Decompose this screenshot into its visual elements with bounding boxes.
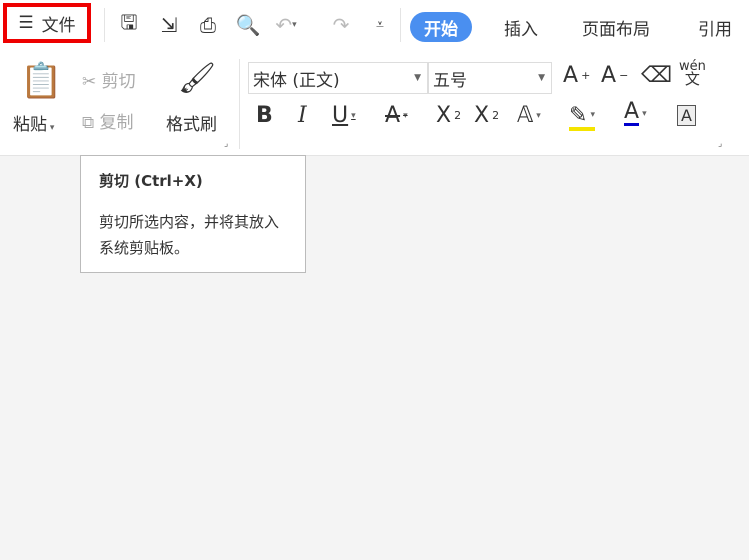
tab-insert[interactable]: 插入 bbox=[490, 12, 552, 42]
italic-icon[interactable]: I bbox=[298, 103, 307, 128]
divider bbox=[400, 8, 401, 42]
tooltip: 剪切 (Ctrl+X) 剪切所选内容，并将其放入系统剪贴板。 bbox=[80, 155, 306, 273]
save-icon[interactable]: 🖫 bbox=[116, 10, 142, 38]
divider bbox=[104, 8, 105, 42]
title-bar: ☰ 文件 🖫 ⇲ ⎙ 🔍 ↶ ▾ ↷ ⩡ 开始 插入 页面布局 引用 bbox=[0, 0, 749, 55]
copy-button[interactable]: ⧉ 复制 bbox=[82, 108, 134, 133]
file-menu-button[interactable]: ☰ 文件 bbox=[3, 3, 91, 43]
tab-home[interactable]: 开始 bbox=[410, 12, 472, 42]
underline-icon[interactable]: U ▾ bbox=[332, 103, 356, 128]
customize-icon[interactable]: ⩡ bbox=[367, 12, 393, 38]
pinyin-guide-button[interactable]: wén 文 bbox=[679, 60, 706, 87]
text-effect-icon[interactable]: 𝔸 ▾ bbox=[517, 103, 541, 128]
paste-icon[interactable]: 📋 bbox=[20, 61, 62, 101]
divider bbox=[239, 59, 240, 149]
undo-icon[interactable]: ↶ ▾ bbox=[273, 12, 299, 38]
format-painter-icon[interactable]: 🖌 bbox=[178, 61, 216, 96]
print-icon[interactable]: ⎙ bbox=[195, 12, 221, 38]
tooltip-description: 剪切所选内容，并将其放入系统剪贴板。 bbox=[99, 213, 280, 257]
tooltip-title: 剪切 (Ctrl+X) bbox=[99, 172, 203, 190]
dialog-launcher-icon[interactable]: ⌟ bbox=[718, 139, 722, 149]
hamburger-icon: ☰ bbox=[18, 13, 34, 33]
highlight-icon[interactable]: ✎ ▾ bbox=[569, 103, 595, 131]
tab-page-layout[interactable]: 页面布局 bbox=[568, 12, 664, 42]
subscript-icon[interactable]: X2 bbox=[474, 103, 499, 128]
paste-button[interactable]: 粘贴 ▾ bbox=[13, 110, 54, 135]
grow-font-icon[interactable]: A + bbox=[563, 63, 590, 88]
superscript-icon[interactable]: X2 bbox=[436, 103, 461, 128]
export-icon[interactable]: ⇲ bbox=[156, 12, 182, 38]
scissors-icon: ✂ bbox=[82, 72, 97, 92]
font-size-select[interactable]: 五号 ▼ bbox=[428, 62, 552, 94]
redo-icon[interactable]: ↷ bbox=[328, 12, 354, 38]
tab-references[interactable]: 引用 bbox=[684, 12, 746, 42]
dialog-launcher-icon[interactable]: ⌟ bbox=[224, 139, 228, 149]
font-color-icon[interactable]: A ▾ bbox=[624, 101, 647, 126]
shrink-font-icon[interactable]: A − bbox=[601, 63, 628, 88]
format-painter-button[interactable]: 格式刷 bbox=[166, 110, 217, 135]
strikethrough-icon[interactable]: A ▾ bbox=[385, 103, 408, 128]
cut-button[interactable]: ✂ 剪切 bbox=[82, 67, 136, 92]
copy-icon: ⧉ bbox=[82, 113, 95, 133]
char-border-icon[interactable]: A bbox=[677, 105, 696, 126]
print-preview-icon[interactable]: 🔍 bbox=[235, 12, 261, 38]
clear-format-icon[interactable]: ⌫ bbox=[641, 63, 672, 88]
ribbon: 📋 粘贴 ▾ ✂ 剪切 ⧉ 复制 🖌 格式刷 ⌟ 宋体 (正文) ▼ 五号 ▼ A +… bbox=[0, 55, 749, 156]
bold-icon[interactable]: B bbox=[256, 103, 273, 128]
font-name-select[interactable]: 宋体 (正文) ▼ bbox=[248, 62, 428, 94]
